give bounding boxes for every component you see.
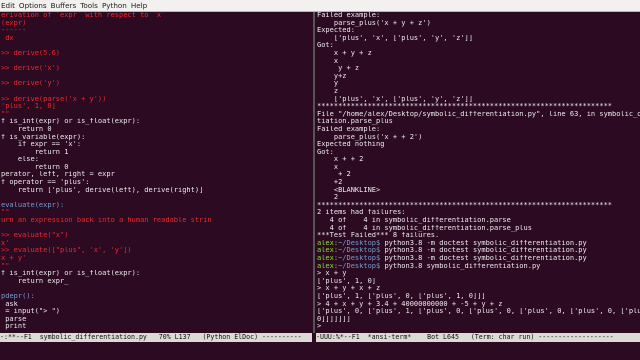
- code-line: Got:: [317, 148, 334, 156]
- code-line: return ['plus', derive(left), derive(rig…: [1, 186, 204, 194]
- code-line: ['plus', 0, ['plus', 1, ['plus', 0, ['pl…: [317, 308, 640, 316]
- code-line: f is_variable(expr):: [1, 133, 86, 141]
- code-line: parse_plus('x + + 2'): [317, 133, 423, 141]
- code-line: return 1: [1, 148, 69, 156]
- code-line: ***Test Failed*** 8 failures.: [317, 232, 440, 240]
- code-line: >> derive('x'): [1, 65, 61, 73]
- menu-options[interactable]: Options: [18, 0, 50, 11]
- code-line: ['plus', 1, ['plus', 0, ['plus', 1, 0]]]: [317, 292, 486, 300]
- code-line: x + y + z: [317, 49, 372, 57]
- code-line: else:: [1, 156, 39, 164]
- code-line: "": [1, 262, 10, 270]
- code-line: x: [317, 57, 339, 65]
- code-line: ask: [1, 300, 18, 308]
- code-line: parse_plus('x + y + z'): [317, 19, 431, 27]
- minibuffer[interactable]: [0, 342, 640, 360]
- code-line: z: [317, 87, 339, 95]
- pane-divider[interactable]: [313, 12, 315, 333]
- code-line: >: [317, 323, 326, 331]
- code-line: alex:~/Desktop$ python3.8 -m doctest sym…: [317, 255, 587, 262]
- code-line: x': [1, 239, 10, 247]
- code-line: >> derive(parse('x + y')): [1, 95, 107, 103]
- code-line: ------: [1, 27, 27, 35]
- code-line: >> derive('y'): [1, 80, 61, 88]
- code-line: Failed example:: [317, 12, 381, 19]
- code-line: 4 of 4 in symbolic_differentiation.parse: [317, 217, 511, 225]
- code-line: = input("> "): [1, 308, 61, 316]
- code-line: "": [1, 209, 10, 217]
- code-line: evaluate(expr):: [1, 201, 65, 209]
- code-line: x: [317, 163, 339, 171]
- code-line: >> evaluate("x"): [1, 232, 69, 240]
- code-line: > x + y: [317, 270, 347, 278]
- code-line: tiation.parse_plus: [317, 118, 393, 126]
- code-line: 4 of 4 in symbolic_differentiation.parse…: [317, 224, 532, 232]
- code-line: pdepr():: [1, 292, 35, 300]
- code-line: File "/home/alex/Desktop/symbolic_differ…: [317, 110, 640, 118]
- code-line: Failed example:: [317, 125, 381, 133]
- code-line: +2: [317, 179, 343, 187]
- code-line: parse: [1, 315, 27, 323]
- code-line: f operator == 'plus':: [1, 179, 90, 187]
- code-line: > 4 + x + y + 3.4 + 40000000000 + -5 + y…: [317, 300, 503, 308]
- ansi-term-pane[interactable]: Failed example: parse_plus('x + y + z') E…: [316, 12, 640, 333]
- code-line: x + + 2: [317, 156, 364, 164]
- code-line: >> evaluate(["plus", 'x', 'y']): [1, 247, 132, 255]
- code-line: y + z: [317, 65, 360, 73]
- code-line: ****************************************…: [317, 201, 613, 209]
- code-line: 2: [317, 194, 339, 202]
- code-line: + 2: [317, 171, 351, 179]
- code-line: perator, left, right = expr: [1, 171, 115, 179]
- code-line: "": [1, 110, 10, 118]
- menu-python[interactable]: Python: [101, 0, 130, 11]
- menu-buffers[interactable]: Buffers: [50, 0, 80, 11]
- code-line: ['plus', 'x', ['plus', 'y', 'z']]: [317, 95, 473, 103]
- code-line: f is_int(expr) or is_float(expr):: [1, 118, 141, 126]
- right-mode-line: -UUU:%*--F1 *ansi-term* Bot L645 (Term: …: [316, 333, 640, 342]
- code-line: erivation of `expr` with respect to `x`: [1, 12, 166, 19]
- code-line: if expr == 'x':: [1, 141, 82, 149]
- code-line: <BLANKLINE>: [317, 186, 381, 194]
- code-line: y: [317, 80, 339, 88]
- code-line: return expr_: [1, 277, 69, 285]
- code-line: alex:~/Desktop$ python3.8 -m doctest sym…: [317, 239, 587, 247]
- code-line: 0]]]]]]]: [317, 315, 351, 323]
- code-line: return 0: [1, 125, 52, 133]
- code-line: Expected nothing: [317, 141, 385, 149]
- code-line: ['plus', 'x', ['plus', 'y', 'z']]: [317, 34, 473, 42]
- code-line: return 0: [1, 163, 69, 171]
- code-line: alex:~/Desktop$ python3.8 symbolic_diffe…: [317, 262, 541, 270]
- menu-tools[interactable]: Tools: [79, 0, 101, 11]
- code-line: ****************************************…: [317, 103, 613, 111]
- menu-bar: Edit Options Buffers Tools Python Help: [0, 0, 640, 12]
- code-line: > x + y + x + z: [317, 285, 381, 293]
- code-line: alex:~/Desktop$ python3.8 -m doctest sym…: [317, 247, 587, 255]
- code-line: 2 items had failures:: [317, 209, 406, 217]
- code-line: 'plus', 1, 0]: [1, 103, 56, 111]
- code-line: y+z: [317, 72, 347, 80]
- code-line: Got:: [317, 42, 334, 50]
- code-line: print: [1, 323, 27, 331]
- code-line: dx: [1, 34, 14, 42]
- code-line: ['plus', 1, 0]: [317, 277, 377, 285]
- code-line: f is_int(expr) or is_float(expr):: [1, 270, 141, 278]
- code-line: Expected:: [317, 27, 355, 35]
- code-line: >> derive(5.6): [1, 49, 61, 57]
- code-line: urn an expression back into a human read…: [1, 217, 212, 225]
- python-source-pane[interactable]: erivation of `expr` with respect to `x`(…: [0, 12, 313, 333]
- menu-help[interactable]: Help: [130, 0, 150, 11]
- menu-edit[interactable]: Edit: [0, 0, 18, 11]
- code-line: x + y': [1, 255, 27, 262]
- left-mode-line: -:**--F1 symbolic_differentiation.py 70%…: [0, 333, 312, 342]
- code-line: (expr): [1, 19, 27, 27]
